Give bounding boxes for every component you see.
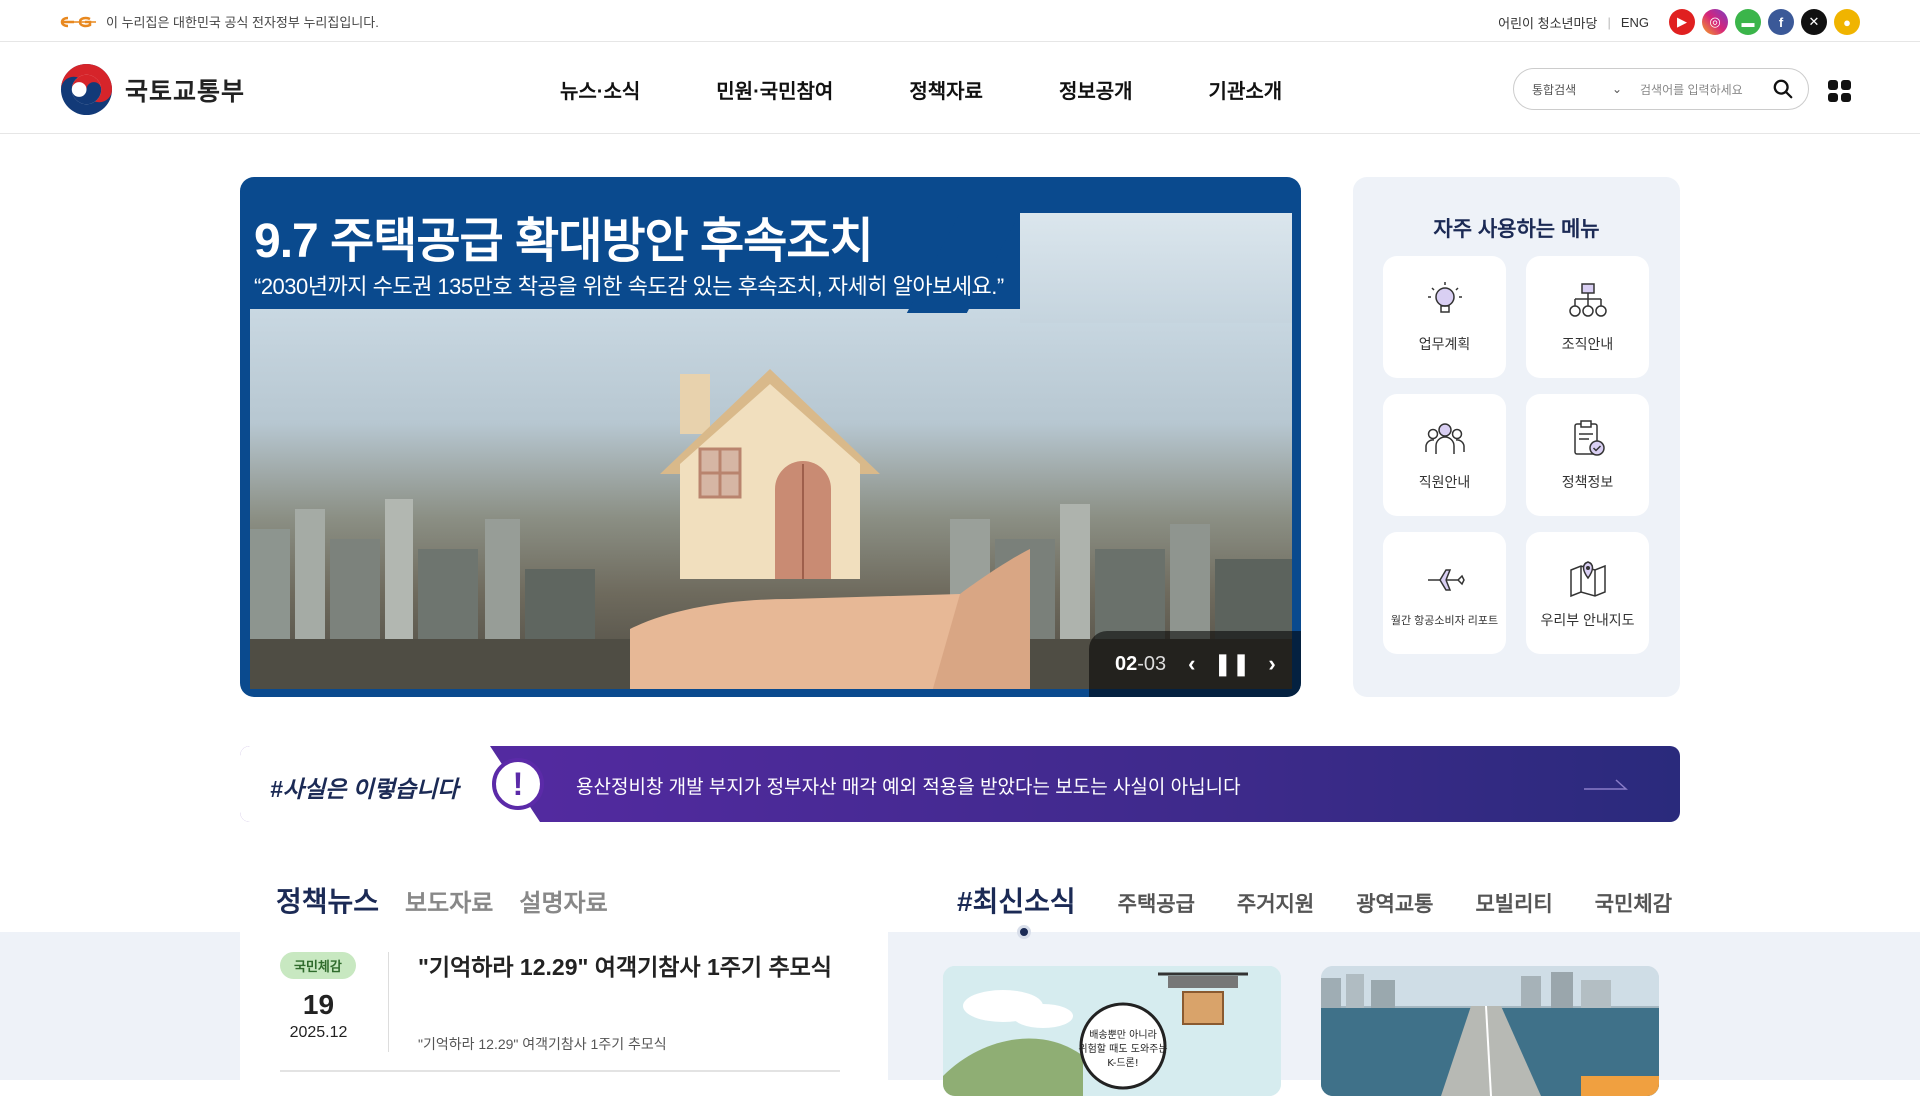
tab-metro-transport[interactable]: 광역교통: [1356, 888, 1433, 918]
exclamation-icon: !: [492, 758, 544, 810]
quick-menu-panel: 자주 사용하는 메뉴 업무계획 조직안내 직원안내 정책정보 월간 항공소비자 …: [1353, 177, 1680, 697]
fact-check-label: #사실은 이렇습니다: [270, 776, 459, 802]
divider: |: [1607, 14, 1611, 30]
x-icon[interactable]: ✕: [1801, 9, 1827, 35]
fact-check-message: 용산정비창 개발 부지가 정부자산 매각 예외 적용을 받았다는 보도는 사실이…: [576, 777, 1241, 798]
quick-item-label: 우리부 안내지도: [1540, 612, 1635, 628]
clipboard-check-icon: [1573, 420, 1605, 456]
search-box: 통합검색 ⌄ 검색어를 입력하세요: [1513, 68, 1809, 110]
banner-sky: [1020, 213, 1292, 323]
quick-item-staff[interactable]: 직원안내: [1383, 394, 1506, 516]
quick-item-label: 직원안내: [1418, 474, 1471, 490]
search-scope-select[interactable]: 통합검색 ⌄: [1532, 81, 1622, 98]
fact-check-banner[interactable]: #사실은 이렇습니다 ! 용산정비창 개발 부지가 정부자산 매각 예외 적용을…: [240, 746, 1680, 822]
quick-item-label: 월간 항공소비자 리포트: [1390, 615, 1499, 627]
youtube-icon[interactable]: ▶: [1669, 9, 1695, 35]
quick-item-map[interactable]: 우리부 안내지도: [1526, 532, 1649, 654]
tab-public-experience[interactable]: 국민체감: [1595, 888, 1672, 918]
bridge-river-image: [1321, 966, 1659, 1096]
quick-menu-grid: 업무계획 조직안내 직원안내 정책정보 월간 항공소비자 리포트 우리부 안내지…: [1383, 256, 1649, 654]
people-icon: [1424, 423, 1465, 454]
banner-title: 9.7 주택공급 확대방안 후속조치: [254, 215, 874, 268]
search-icon[interactable]: [1772, 78, 1794, 100]
quick-item-label: 정책정보: [1561, 474, 1614, 490]
top-utility-bar: 이 누리집은 대한민국 공식 전자정부 누리집입니다. 어린이 청소년마당 | …: [0, 0, 1920, 42]
slide-current: 02: [1115, 652, 1138, 675]
svg-text:배송뿐만 아니라: 배송뿐만 아니라: [1089, 1029, 1157, 1041]
slide-total: -03: [1137, 652, 1167, 675]
svg-text:위험할 때도 도와주는: 위험할 때도 도와주는: [1078, 1042, 1167, 1055]
pause-icon[interactable]: ❚❚: [1213, 651, 1250, 677]
drone-cartoon-image: 배송뿐만 아니라 위험할 때도 도와주는 K-드론!: [943, 966, 1281, 1096]
tab-press-release[interactable]: 보도자료: [405, 883, 493, 918]
divider: [280, 1070, 840, 1072]
prev-icon[interactable]: ‹: [1188, 651, 1195, 677]
news-year-month: 2025.12: [289, 1024, 348, 1041]
policy-news-item[interactable]: 국민체감 19 2025.12 "기억하라 12.29" 여객기참사 1주기 추…: [240, 932, 888, 1080]
hand-image: [630, 549, 1030, 689]
search-input[interactable]: 검색어를 입력하세요: [1640, 81, 1772, 98]
utility-links: 어린이 청소년마당 | ENG ▶ ◎ ▬ f ✕ ●: [1498, 9, 1860, 35]
quick-item-air-report[interactable]: 월간 항공소비자 리포트: [1383, 532, 1506, 654]
main-banner[interactable]: 9.7 주택공급 확대방안 후속조치 “2030년까지 수도권 135만호 착공…: [240, 177, 1301, 697]
taegeuk-logo-icon: [60, 63, 113, 116]
quick-item-label: 업무계획: [1418, 336, 1471, 352]
tab-mobility[interactable]: 모빌리티: [1475, 888, 1552, 918]
latest-thumb-drone[interactable]: 배송뿐만 아니라 위험할 때도 도와주는 K-드론!: [943, 966, 1281, 1096]
quick-item-policy[interactable]: 정책정보: [1526, 394, 1649, 516]
kakao-icon[interactable]: ●: [1834, 9, 1860, 35]
facebook-icon[interactable]: f: [1768, 9, 1794, 35]
instagram-icon[interactable]: ◎: [1702, 9, 1728, 35]
eng-link[interactable]: ENG: [1621, 15, 1649, 30]
search-scope-label: 통합검색: [1532, 82, 1577, 97]
site-logo[interactable]: 국토교통부: [60, 63, 245, 116]
divider: [388, 952, 389, 1052]
logo-text: 국토교통부: [125, 77, 246, 106]
latest-thumb-bridge[interactable]: [1321, 966, 1659, 1096]
tab-housing-supply[interactable]: 주택공급: [1118, 888, 1195, 918]
gov-notice-text: 이 누리집은 대한민국 공식 전자정부 누리집입니다.: [106, 15, 379, 30]
tab-explanation[interactable]: 설명자료: [519, 883, 607, 918]
active-tab-indicator: [1017, 925, 1031, 939]
policy-news-tabs: 정책뉴스 보도자료 설명자료: [276, 880, 608, 920]
next-icon[interactable]: ›: [1268, 651, 1275, 677]
map-pin-icon: [1569, 561, 1606, 598]
category-badge: 국민체감: [280, 952, 356, 979]
chevron-down-icon: ⌄: [1611, 82, 1622, 96]
news-description: "기억하라 12.29" 여객기참사 1주기 추모식: [418, 1036, 667, 1052]
latest-news-tabs: #최신소식 주택공급 주거지원 광역교통 모빌리티 국민체감: [957, 880, 1672, 920]
arrow-right-icon[interactable]: [1584, 778, 1628, 790]
nav-news[interactable]: 뉴스·소식: [560, 75, 640, 104]
airplane-icon: [1427, 569, 1465, 591]
quick-item-work-plan[interactable]: 업무계획: [1383, 256, 1506, 378]
line-icon[interactable]: ▬: [1735, 9, 1761, 35]
tab-policy-news[interactable]: 정책뉴스: [276, 880, 379, 920]
quick-item-org[interactable]: 조직안내: [1526, 256, 1649, 378]
social-links: ▶ ◎ ▬ f ✕ ●: [1669, 9, 1860, 35]
banner-controls: 02 -03 ‹ ❚❚ ›: [1089, 631, 1301, 697]
egov-logo-icon: [60, 16, 96, 27]
banner-subtitle: “2030년까지 수도권 135만호 착공을 위한 속도감 있는 후속조치, 자…: [254, 274, 1004, 299]
org-chart-icon: [1568, 283, 1607, 317]
nav-civil[interactable]: 민원·국민참여: [716, 75, 833, 104]
quick-menu-title: 자주 사용하는 메뉴: [1433, 218, 1600, 241]
tab-latest[interactable]: #최신소식: [957, 880, 1076, 920]
site-header: 국토교통부 뉴스·소식 민원·국민참여 정책자료 정보공개 기관소개 통합검색 …: [0, 42, 1920, 134]
nav-disclosure[interactable]: 정보공개: [1059, 75, 1133, 104]
svg-text:K-드론!: K-드론!: [1107, 1057, 1139, 1069]
gov-notice[interactable]: 이 누리집은 대한민국 공식 전자정부 누리집입니다.: [60, 12, 379, 31]
main-nav: 뉴스·소식 민원·국민참여 정책자료 정보공개 기관소개: [560, 75, 1282, 104]
tab-housing-support[interactable]: 주거지원: [1237, 888, 1314, 918]
nav-policy[interactable]: 정책자료: [909, 75, 983, 104]
news-day: 19: [302, 989, 335, 1020]
news-title: "기억하라 12.29" 여객기참사 1주기 추모식: [418, 954, 832, 980]
quick-item-label: 조직안내: [1561, 336, 1614, 352]
kids-link[interactable]: 어린이 청소년마당: [1498, 13, 1597, 32]
all-menu-icon[interactable]: [1828, 80, 1851, 102]
nav-about[interactable]: 기관소개: [1209, 75, 1283, 104]
lightbulb-icon: [1427, 282, 1462, 313]
